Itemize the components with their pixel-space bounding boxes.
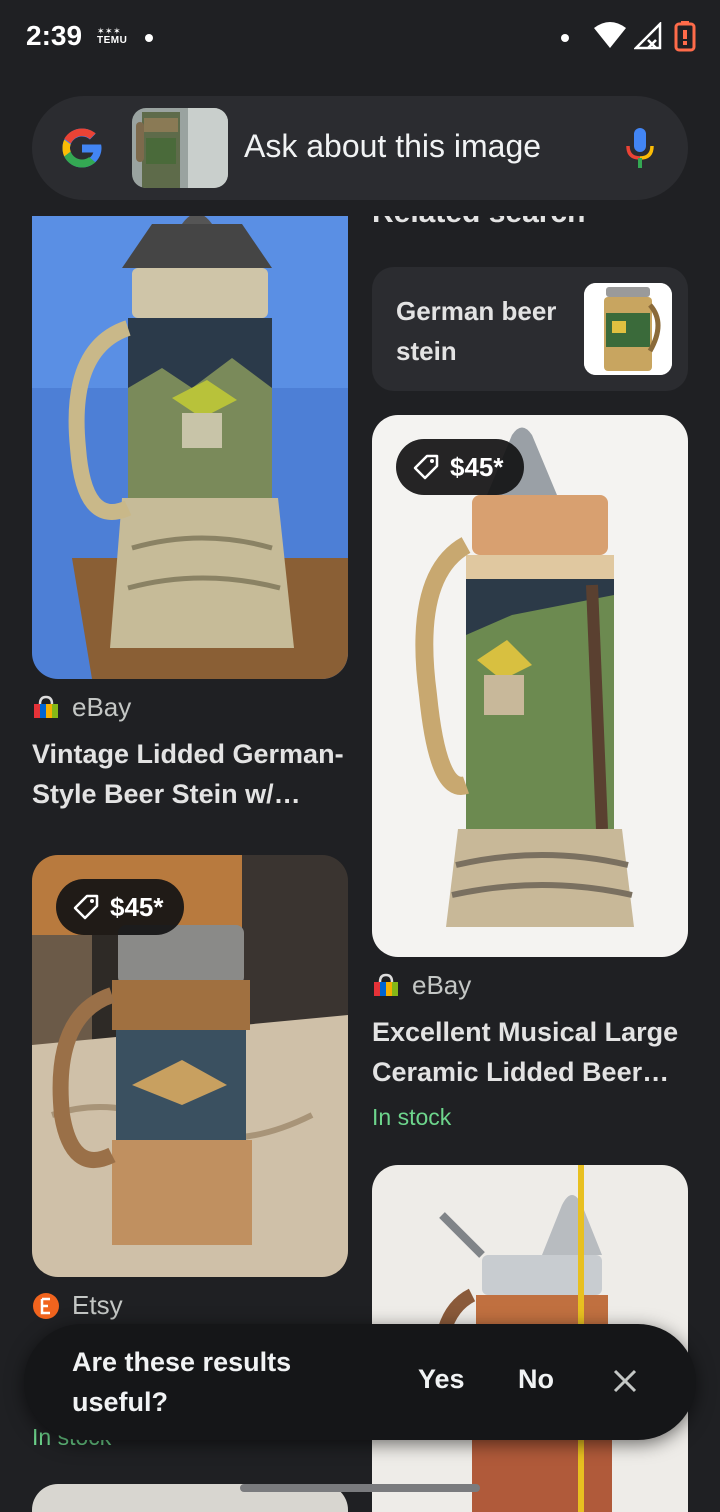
result-title-1[interactable]: Vintage Lidded German-Style Beer Stein w… [32,734,352,814]
ebay-favicon-icon [374,973,398,996]
price-tag-icon [413,454,439,480]
wifi-icon [594,22,626,48]
search-placeholder[interactable]: Ask about this image [244,128,541,165]
price-tag-icon [73,894,99,920]
related-search-label: German beer stein [396,296,557,366]
price-tag-4: $45* [396,439,524,495]
dot-icon [561,34,569,42]
related-search-chip[interactable]: German beer stein [372,267,688,391]
signal-icon [634,22,662,50]
result-source-1[interactable]: eBay [32,692,131,723]
stock-status-4: In stock [372,1104,452,1130]
header: Ask about this image [0,78,720,216]
result-title-4[interactable]: Excellent Musical Large Ceramic Lidded B… [372,1012,692,1092]
related-search-thumbnail [584,283,672,375]
price-label: $45* [110,891,164,922]
result-source-4[interactable]: eBay [372,970,471,1001]
temu-label: TEMU [97,35,128,46]
etsy-favicon-icon [33,1292,59,1319]
google-g-logo [62,128,102,168]
notification-dot-icon [145,34,153,42]
search-bar[interactable]: Ask about this image [32,96,688,200]
result-source-label: Etsy [72,1290,123,1320]
result-source-label: eBay [72,692,132,722]
feedback-question: Are these results useful? [72,1347,292,1417]
search-image-thumbnail[interactable] [132,108,228,188]
price-label: $45* [450,451,504,482]
temu-notification-icon: ✶✶✶ TEMU [97,26,128,46]
result-image-1[interactable] [32,188,348,679]
status-time: 2:39 [26,20,83,51]
feedback-no-button[interactable]: No [518,1364,554,1395]
ebay-favicon-icon [34,695,58,718]
result-source-label: eBay [412,970,472,1000]
result-image-4[interactable] [372,415,688,957]
result-source-2[interactable]: Etsy [32,1290,123,1321]
feedback-snackbar: Are these results useful? Yes No [24,1324,696,1440]
mic-icon[interactable] [624,126,656,170]
close-icon[interactable] [612,1368,638,1394]
status-bar: 2:39 ✶✶✶ TEMU [0,0,720,78]
feedback-yes-button[interactable]: Yes [418,1364,465,1395]
home-indicator[interactable] [240,1484,480,1492]
price-tag-2: $45* [56,879,184,935]
battery-low-icon [674,21,696,52]
